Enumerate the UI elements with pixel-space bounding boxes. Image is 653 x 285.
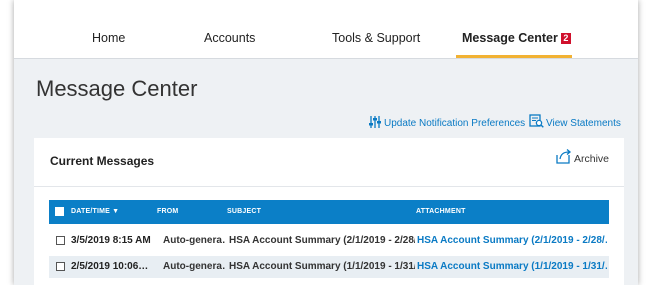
page-title: Message Center <box>36 76 198 101</box>
statement-search-icon[interactable] <box>529 114 544 128</box>
app-window: Home Accounts Tools & Support Message Ce… <box>14 0 638 285</box>
panel-header: Current Messages Archive <box>34 138 624 187</box>
table-row[interactable]: 2/5/2019 10:06… Auto-genera… HSA Account… <box>49 256 609 278</box>
nav-message-center-label: Message Center <box>462 31 558 45</box>
row-subject[interactable]: HSA Account Summary (2/1/2019 - 2/28/… <box>229 235 415 246</box>
nav-tools-support[interactable]: Tools & Support <box>332 31 420 45</box>
update-notification-preferences-link[interactable]: Update Notification Preferences <box>384 118 525 129</box>
archive-arrow-icon[interactable] <box>556 148 572 164</box>
top-navigation: Home Accounts Tools & Support Message Ce… <box>14 0 638 59</box>
row-checkbox[interactable] <box>56 262 65 271</box>
row-from: Auto-genera… <box>163 235 225 246</box>
row-attachment-link[interactable]: HSA Account Summary (2/1/2019 - 2/28/… <box>417 235 607 246</box>
column-date-time-label: DATE/TIME <box>71 208 111 215</box>
unread-badge: 2 <box>560 33 571 44</box>
column-attachment[interactable]: ATTACHMENT <box>416 208 466 215</box>
panel-title: Current Messages <box>50 154 155 168</box>
nav-message-center[interactable]: Message Center 2 <box>462 31 571 45</box>
nav-accounts[interactable]: Accounts <box>204 31 255 45</box>
row-from: Auto-genera… <box>163 261 225 272</box>
column-from[interactable]: FROM <box>157 208 178 215</box>
view-statements-link[interactable]: View Statements <box>546 118 621 129</box>
row-date: 3/5/2019 8:15 AM <box>71 235 151 246</box>
row-date: 2/5/2019 10:06… <box>71 261 149 272</box>
sort-desc-icon: ▼ <box>112 208 120 215</box>
nav-home[interactable]: Home <box>92 31 125 45</box>
table-row[interactable]: 3/5/2019 8:15 AM Auto-genera… HSA Accoun… <box>49 230 609 252</box>
current-messages-panel: Current Messages Archive DATE/TIME ▼ FRO… <box>34 138 624 285</box>
row-attachment-link[interactable]: HSA Account Summary (1/1/2019 - 1/31/… <box>417 261 607 272</box>
sliders-icon[interactable] <box>369 115 381 129</box>
active-tab-indicator <box>456 55 572 58</box>
column-subject[interactable]: SUBJECT <box>227 208 261 215</box>
column-date-time[interactable]: DATE/TIME ▼ <box>71 208 119 215</box>
select-all-checkbox[interactable] <box>55 207 64 216</box>
row-checkbox[interactable] <box>56 236 65 245</box>
table-header: DATE/TIME ▼ FROM SUBJECT ATTACHMENT <box>49 200 609 224</box>
row-subject[interactable]: HSA Account Summary (1/1/2019 - 1/31/… <box>229 261 415 272</box>
archive-button[interactable]: Archive <box>574 153 609 165</box>
